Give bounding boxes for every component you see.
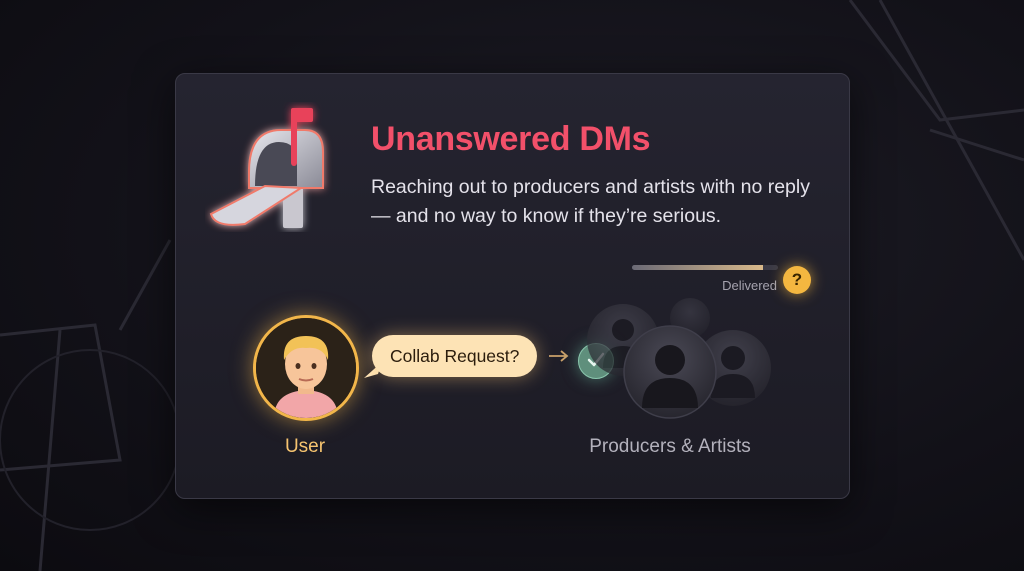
- producer-silhouette-icon: [623, 325, 717, 419]
- question-mark-icon: ?: [783, 266, 811, 294]
- card-description: Reaching out to producers and artists wi…: [371, 176, 810, 227]
- producers-group: [587, 298, 771, 419]
- user-avatar: [253, 315, 359, 421]
- producers-artists-label: Producers & Artists: [589, 436, 751, 457]
- delivery-progress-fill: [632, 265, 764, 270]
- man-emoji-icon: [256, 318, 356, 418]
- delivery-progress-bar: [632, 265, 778, 270]
- user-label: User: [284, 436, 326, 457]
- collab-request-bubble: Collab Request?: [372, 335, 538, 377]
- page-title: Unanswered DMs: [371, 120, 651, 158]
- delivered-label: Delivered: [722, 278, 777, 293]
- mailbox-icon: [209, 108, 324, 228]
- arrow-right-icon: [549, 350, 569, 362]
